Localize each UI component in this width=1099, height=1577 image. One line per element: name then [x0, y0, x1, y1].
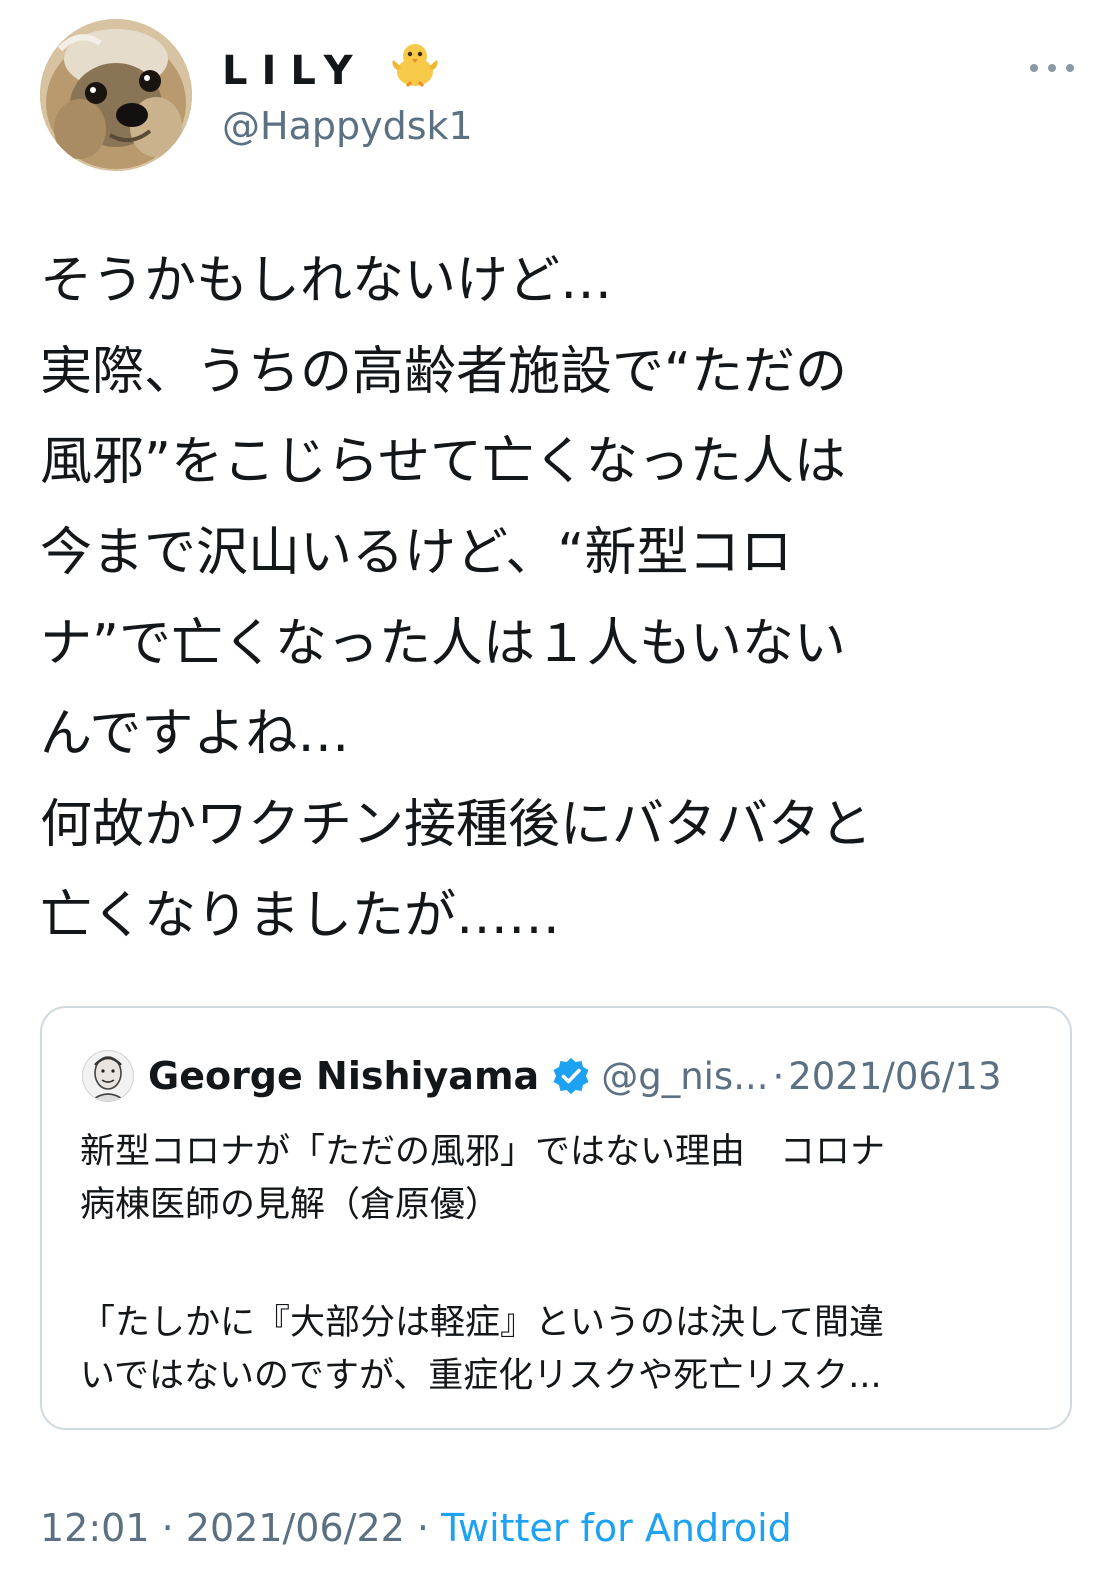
tweet-text-line: そうかもしれないけど…: [40, 251, 613, 311]
quoted-tweet-body: 新型コロナが「ただの風邪」ではない理由 コロナ 病棟医師の見解（倉原優） 「たし…: [80, 1126, 1040, 1403]
author-avatar[interactable]: [40, 19, 192, 171]
verified-badge-icon: [551, 1056, 591, 1096]
quoted-tweet-line: 新型コロナが「ただの風邪」ではない理由 コロナ: [80, 1132, 886, 1172]
person-portrait-icon: [83, 1051, 133, 1101]
tweet-source-link[interactable]: Twitter for Android: [441, 1506, 792, 1550]
more-dot: [1048, 64, 1056, 72]
author-handle[interactable]: @Happydsk1: [222, 101, 473, 151]
tweet-meta: 12:01 · 2021/06/22 · Twitter for Android: [40, 1500, 792, 1556]
tweet-text-line: 実際、うちの高齢者施設で“ただの: [40, 341, 847, 402]
separator-dot: ·: [416, 1506, 430, 1550]
quoted-tweet-line: 病棟医師の見解（倉原優）: [80, 1185, 501, 1225]
author-display-name[interactable]: LILY: [222, 40, 441, 105]
quoted-tweet-card[interactable]: George Nishiyama @g_nis... · 2021/06/13 …: [40, 1006, 1072, 1430]
more-icon[interactable]: [1030, 56, 1074, 80]
baby-chick-icon: [389, 40, 441, 105]
quoted-author-handle[interactable]: @g_nis...: [601, 1055, 768, 1098]
tweet-time[interactable]: 12:01: [40, 1506, 150, 1550]
tweet-text-line: 今まで沢山いるけど、“新型コロ: [40, 523, 793, 584]
quoted-tweet-line: いではないのですが、重症化リスクや死亡リスク...: [80, 1356, 882, 1396]
quoted-author-avatar[interactable]: [82, 1050, 134, 1102]
quoted-tweet-line: 「たしかに『大部分は軽症』というのは決して間違: [80, 1303, 884, 1343]
tweet-text-line: 何故かワクチン接種後にバタバタと: [40, 795, 873, 856]
more-dot: [1030, 64, 1038, 72]
separator-dot: ·: [161, 1506, 174, 1550]
tweet-text-line: 亡くなりましたが……: [40, 885, 561, 946]
tweet-text-line: 風邪”をこじらせて亡くなった人は: [40, 432, 846, 493]
tweet-text-line: んですよね…: [40, 704, 350, 765]
author-name-text: LILY: [222, 48, 367, 94]
more-dot: [1066, 64, 1074, 72]
tweet-date[interactable]: 2021/06/22: [186, 1506, 405, 1550]
tweet-text-line: ナ”で亡くなった人は１人もいない: [40, 613, 846, 674]
yorkshire-terrier-avatar-icon: [40, 19, 192, 171]
quoted-tweet-header: George Nishiyama @g_nis... · 2021/06/13: [148, 1048, 1048, 1104]
quoted-author-name[interactable]: George Nishiyama: [148, 1054, 539, 1098]
quoted-tweet-date[interactable]: 2021/06/13: [788, 1055, 1001, 1098]
tweet-text: そうかもしれないけど… 実際、うちの高齢者施設で“ただの 風邪”をこじらせて亡く…: [40, 236, 1060, 962]
separator-dot: ·: [772, 1054, 785, 1098]
